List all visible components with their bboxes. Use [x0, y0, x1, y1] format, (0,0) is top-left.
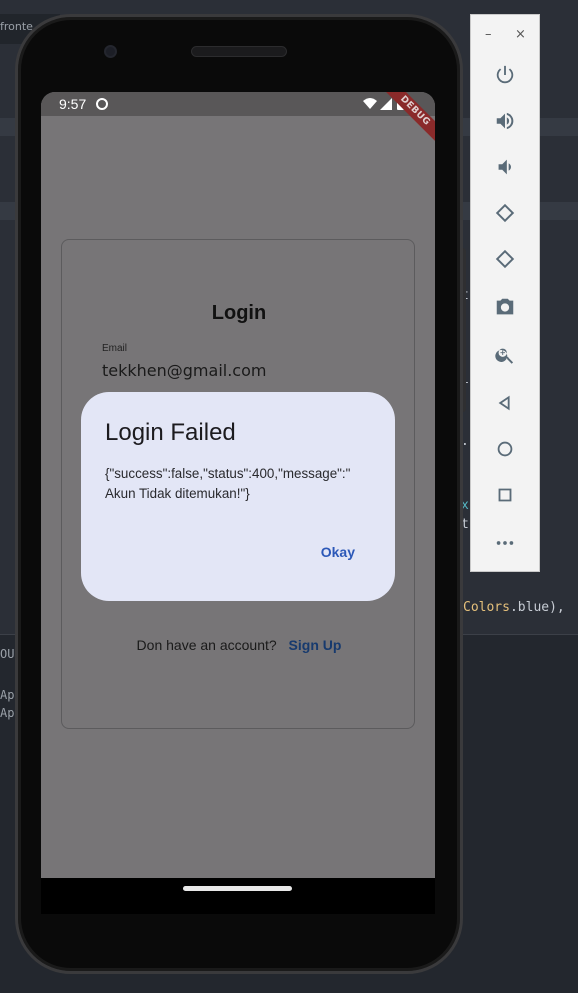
signup-link[interactable]: Sign Up [289, 637, 342, 653]
rotate-right-icon [495, 249, 515, 269]
home-button[interactable] [489, 433, 521, 465]
email-field[interactable]: tekkhen@gmail.com [102, 361, 266, 380]
zoom-button[interactable] [489, 339, 521, 371]
back-icon [498, 395, 510, 411]
rotate-left-icon [495, 203, 515, 223]
screenshot-button[interactable] [489, 291, 521, 323]
home-gesture-pill[interactable] [183, 886, 292, 891]
back-button[interactable] [489, 387, 521, 419]
volume-up-button[interactable] [489, 105, 521, 137]
volume-down-icon [498, 159, 511, 175]
wifi-icon [363, 98, 377, 109]
more-button[interactable] [489, 527, 521, 559]
emulator-toolbar: – × [470, 14, 540, 572]
code-fragment: Colors.blue), [463, 600, 565, 615]
home-icon [497, 441, 513, 457]
camera-icon [496, 298, 514, 315]
volume-down-button[interactable] [489, 151, 521, 183]
ide-tab[interactable]: fronte [0, 20, 33, 33]
overview-icon [498, 488, 512, 502]
status-bar: 9:57 [41, 92, 435, 116]
power-button[interactable] [489, 59, 521, 91]
signup-row: Don have an account? Sign Up [62, 637, 416, 653]
more-icon [496, 541, 514, 545]
rotate-left-button[interactable] [489, 197, 521, 229]
minimize-button[interactable]: – [485, 27, 492, 42]
volume-up-icon [496, 112, 514, 130]
email-label: Email [102, 343, 128, 354]
zoom-icon [495, 348, 514, 364]
signup-prompt: Don have an account? [136, 637, 277, 653]
okay-button[interactable]: Okay [321, 544, 355, 560]
earpiece-speaker [191, 46, 287, 57]
status-time: 9:57 [59, 96, 87, 112]
dialog-message: {"success":false,"status":400,"message":… [105, 466, 351, 501]
panel-text: OU [0, 647, 15, 661]
signal-icon [380, 98, 392, 110]
dialog-title: Login Failed [105, 419, 236, 446]
rotate-right-button[interactable] [489, 243, 521, 275]
app-notification-icon [96, 98, 108, 110]
front-camera [104, 45, 117, 58]
power-icon [496, 65, 514, 84]
login-failed-dialog: Login Failed {"success":false,"status":4… [81, 392, 395, 601]
overview-button[interactable] [489, 479, 521, 511]
navigation-bar [41, 878, 435, 914]
login-title: Login [211, 302, 267, 324]
phone-screen: 9:57 DEBUG Login Email tekkhen@gmail.com… [41, 92, 435, 878]
close-button[interactable]: × [515, 27, 526, 42]
